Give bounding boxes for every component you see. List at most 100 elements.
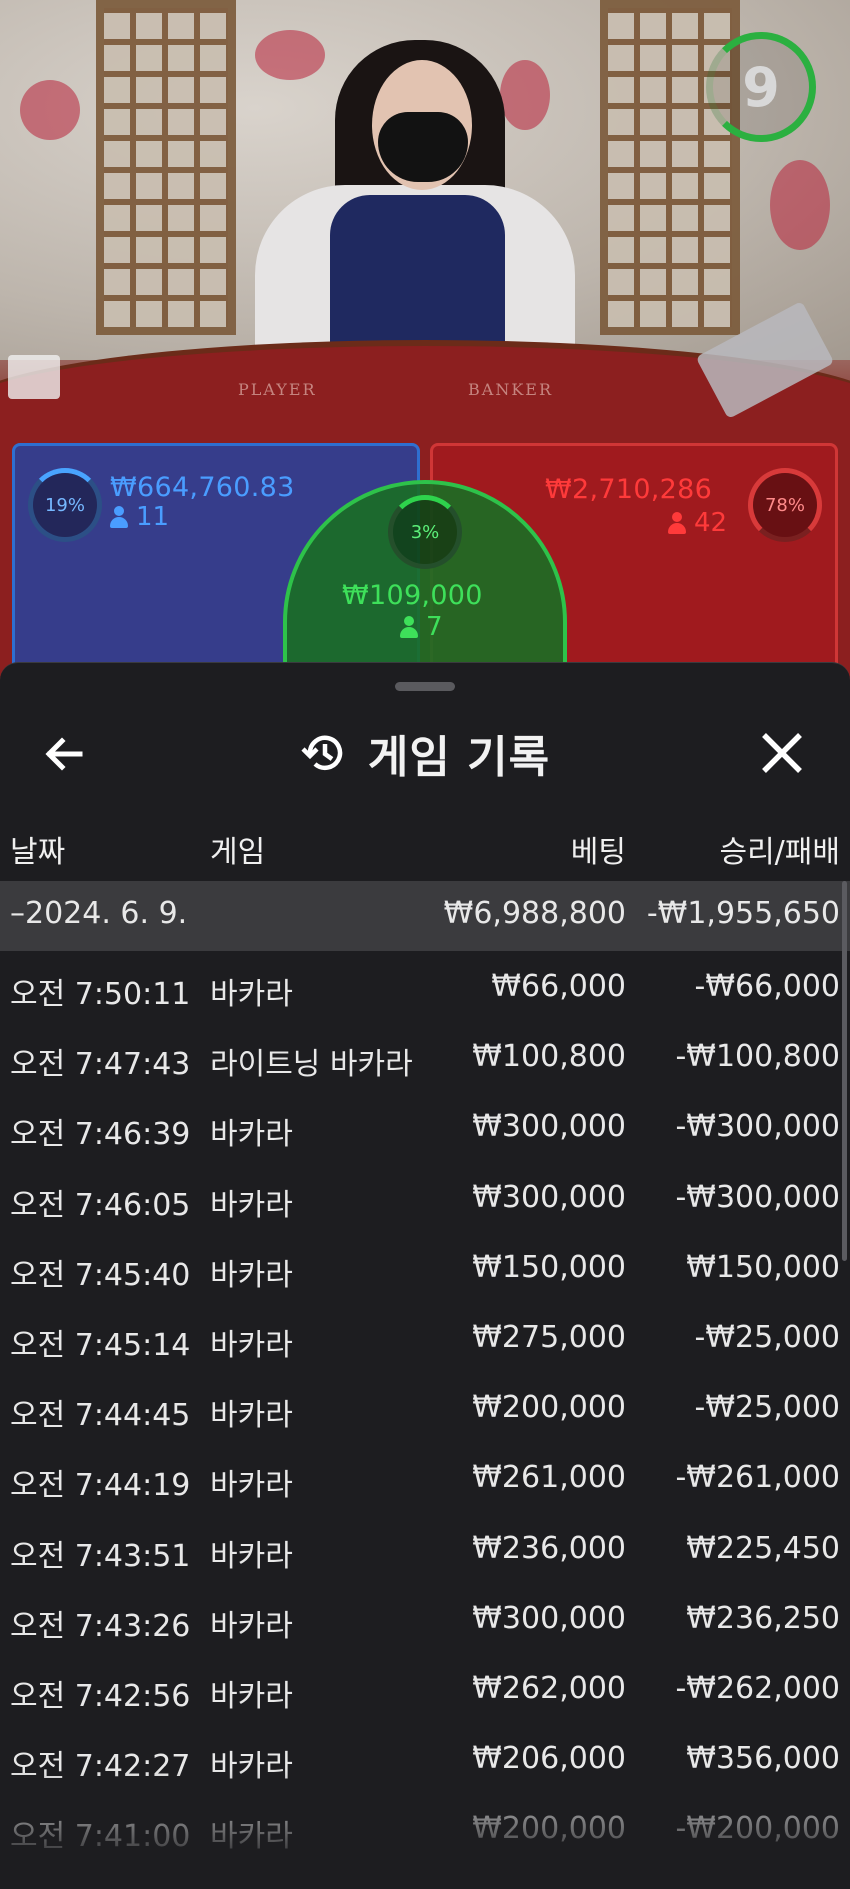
history-row[interactable]: 오전 7:46:39 바카라 ₩300,000 -₩300,000 (0, 1091, 850, 1161)
row-time: 오전 7:42:56 (10, 1678, 191, 1714)
row-game: 바카라 (210, 1749, 293, 1785)
player-count-value: 11 (136, 502, 170, 532)
row-time: 오전 7:45:40 (10, 1257, 191, 1293)
tie-count-value: 7 (426, 612, 443, 642)
history-table: 날짜 게임 베팅 승리/패배 –2024. 6. 9. ₩6,988,800 -… (0, 813, 850, 1863)
back-button[interactable] (36, 727, 100, 781)
row-game: 바카라 (210, 1678, 293, 1714)
countdown-timer: 9 (706, 32, 816, 142)
column-header-result[interactable]: 승리/패배 (719, 827, 840, 871)
column-header-date[interactable]: 날짜 (10, 827, 65, 871)
lattice-screen-left (96, 0, 236, 335)
sheet-title: 게임 기록 (367, 732, 551, 783)
history-rows: 오전 7:50:11 바카라 ₩66,000 -₩66,000 오전 7:47:43 라이… (0, 951, 850, 1863)
row-time: 오전 7:46:39 (10, 1117, 191, 1153)
row-game: 바카라 (210, 1468, 293, 1504)
history-row[interactable]: 오전 7:47:43 라이트닝 바카라 ₩100,800 -₩100,800 (0, 1021, 850, 1091)
history-row[interactable]: 오전 7:44:45 바카라 ₩200,000 -₩25,000 (0, 1372, 850, 1442)
game-history-sheet: 게임 기록 날짜 게임 베팅 승리/패배 –2024. 6. 9. ₩6,988… (0, 662, 850, 1889)
row-result: -₩66,000 (694, 969, 840, 1004)
column-header-bet[interactable]: 베팅 (571, 827, 626, 871)
history-row[interactable]: 오전 7:42:27 바카라 ₩206,000 ₩356,000 (0, 1723, 850, 1793)
row-game: 바카라 (210, 1187, 293, 1223)
row-game: 바카라 (210, 1608, 293, 1644)
player-bettor-count: 11 (110, 502, 169, 532)
row-bet: ₩66,000 (491, 969, 626, 1004)
row-time: 오전 7:44:45 (10, 1398, 191, 1434)
player-percent-ring: 19% (28, 468, 102, 542)
sheet-drag-handle[interactable] (395, 682, 455, 691)
live-video-feed: PLAYER BANKER 9 19% ₩664,760.83 11 78% ₩… (0, 0, 850, 700)
history-row[interactable]: 오전 7:43:51 바카라 ₩236,000 ₩225,450 (0, 1513, 850, 1583)
date-group-row[interactable]: –2024. 6. 9. ₩6,988,800 -₩1,955,650 (0, 881, 850, 951)
banker-count-value: 42 (694, 508, 728, 538)
person-icon (110, 506, 128, 528)
row-result: ₩356,000 (686, 1741, 840, 1777)
row-bet: ₩200,000 (472, 1390, 626, 1426)
history-row[interactable]: 오전 7:45:14 바카라 ₩275,000 -₩25,000 (0, 1302, 850, 1372)
table-label-player: PLAYER (238, 380, 317, 399)
row-result: -₩262,000 (675, 1670, 840, 1706)
table-header: 날짜 게임 베팅 승리/패배 (0, 813, 850, 881)
tie-percent: 3% (410, 521, 440, 543)
countdown-value: 9 (742, 55, 780, 119)
row-result: -₩300,000 (675, 1179, 840, 1215)
history-row[interactable]: 오전 7:41:00 바카라 ₩200,000 -₩200,000 (0, 1793, 850, 1863)
row-bet: ₩150,000 (472, 1249, 626, 1285)
row-time: 오전 7:41:00 (10, 1819, 191, 1855)
history-row[interactable]: 오전 7:44:19 바카라 ₩261,000 -₩261,000 (0, 1442, 850, 1512)
tie-percent-ring: 3% (388, 495, 462, 569)
row-bet: ₩206,000 (472, 1741, 626, 1777)
history-row[interactable]: 오전 7:42:56 바카라 ₩262,000 -₩262,000 (0, 1653, 850, 1723)
row-game: 바카라 (210, 1327, 293, 1363)
blossom-decoration (500, 60, 550, 130)
row-time: 오전 7:45:14 (10, 1327, 191, 1363)
row-time: 오전 7:50:11 (10, 977, 191, 1012)
row-bet: ₩300,000 (472, 1600, 626, 1636)
date-group-label: –2024. 6. 9. (10, 896, 188, 931)
row-time: 오전 7:47:43 (10, 1047, 191, 1083)
row-result: -₩200,000 (675, 1811, 840, 1847)
sheet-title-group: 게임 기록 (300, 721, 550, 785)
tie-bettor-count: 7 (400, 612, 443, 642)
row-time: 오전 7:46:05 (10, 1187, 191, 1223)
history-row[interactable]: 오전 7:46:05 바카라 ₩300,000 -₩300,000 (0, 1162, 850, 1232)
history-row[interactable]: 오전 7:50:11 바카라 ₩66,000 -₩66,000 (0, 951, 850, 1021)
row-game: 바카라 (210, 1538, 293, 1574)
row-game: 바카라 (210, 1117, 293, 1153)
blossom-decoration (20, 80, 80, 140)
row-bet: ₩236,000 (472, 1530, 626, 1566)
row-result: ₩225,450 (686, 1530, 840, 1566)
row-result: ₩236,250 (686, 1600, 840, 1636)
banker-bettor-count: 42 (668, 508, 727, 538)
card-stack (8, 355, 60, 399)
history-row[interactable]: 오전 7:43:26 바카라 ₩300,000 ₩236,250 (0, 1583, 850, 1653)
row-bet: ₩200,000 (472, 1811, 626, 1847)
history-row[interactable]: 오전 7:45:40 바카라 ₩150,000 ₩150,000 (0, 1232, 850, 1302)
row-game: 바카라 (210, 1257, 293, 1293)
row-bet: ₩300,000 (472, 1179, 626, 1215)
date-group-bet-total: ₩6,988,800 (443, 896, 626, 931)
history-icon (301, 735, 343, 770)
row-game: 라이트닝 바카라 (210, 1047, 413, 1083)
row-bet: ₩300,000 (472, 1109, 626, 1145)
column-header-game[interactable]: 게임 (210, 827, 265, 871)
row-time: 오전 7:44:19 (10, 1468, 191, 1504)
row-result: -₩25,000 (694, 1319, 840, 1355)
player-bet-amount: ₩664,760.83 (110, 472, 295, 503)
blossom-decoration (255, 30, 325, 80)
dealer-mask (378, 112, 468, 182)
row-time: 오전 7:42:27 (10, 1749, 191, 1785)
arrow-left-icon (45, 737, 83, 771)
scrollbar[interactable] (842, 881, 847, 1261)
blossom-decoration (770, 160, 830, 250)
tie-bet-amount: ₩109,000 (342, 580, 483, 611)
banker-percent: 78% (764, 494, 805, 516)
row-time: 오전 7:43:26 (10, 1608, 191, 1644)
row-game: 바카라 (210, 1819, 293, 1855)
close-button[interactable] (752, 725, 812, 783)
table-label-banker: BANKER (468, 380, 553, 399)
row-bet: ₩262,000 (472, 1670, 626, 1706)
row-result: -₩300,000 (675, 1109, 840, 1145)
row-result: -₩25,000 (694, 1390, 840, 1426)
